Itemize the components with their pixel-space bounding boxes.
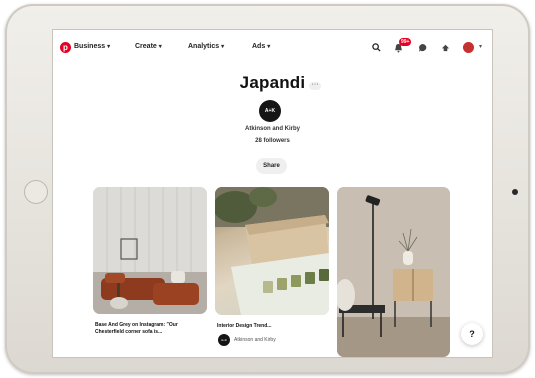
- nav-ads[interactable]: Ads ▾: [252, 43, 270, 50]
- chevron-down-icon[interactable]: ▾: [479, 43, 482, 50]
- chevron-down-icon: ▾: [107, 44, 111, 50]
- pin-image-living-room[interactable]: [93, 187, 207, 314]
- nav-analytics-label: Analytics: [188, 43, 220, 50]
- pinterest-logo-icon[interactable]: p: [60, 42, 71, 53]
- more-options-icon[interactable]: ···: [309, 81, 321, 90]
- pin-caption[interactable]: Interior Design Trend...: [217, 323, 327, 330]
- chevron-down-icon: ▾: [267, 44, 271, 50]
- pin-image-design-trend[interactable]: [215, 187, 329, 315]
- nav-business-label: Business: [74, 43, 106, 50]
- tablet-frame: p Business ▾ Create ▾ Analytics ▾ Ads ▾: [5, 4, 530, 374]
- living-room-illustration: [93, 187, 207, 314]
- updates-icon[interactable]: [440, 42, 451, 53]
- screen: p Business ▾ Create ▾ Analytics ▾ Ads ▾: [53, 30, 492, 357]
- search-icon[interactable]: [371, 42, 382, 53]
- creator-name[interactable]: Atkinson and Kirby: [234, 337, 276, 343]
- creator-avatar[interactable]: A+K: [218, 334, 230, 346]
- notification-badge: 99+: [399, 38, 412, 46]
- messages-icon[interactable]: [417, 42, 428, 53]
- profile-avatar[interactable]: [463, 42, 474, 53]
- pin-image-side-table[interactable]: [337, 187, 450, 357]
- nav-create[interactable]: Create ▾: [135, 43, 162, 50]
- side-table-illustration: [337, 187, 450, 357]
- camera-dot: [512, 189, 518, 195]
- follower-count[interactable]: 28 followers: [53, 138, 492, 144]
- nav-ads-label: Ads: [252, 43, 266, 50]
- nav-analytics[interactable]: Analytics ▾: [188, 43, 224, 50]
- share-button[interactable]: Share: [256, 158, 287, 174]
- owner-avatar[interactable]: A+K: [259, 100, 281, 122]
- home-button[interactable]: [24, 180, 48, 204]
- owner-name[interactable]: Atkinson and Kirby: [53, 126, 492, 132]
- help-button[interactable]: ?: [461, 323, 483, 345]
- design-trend-illustration: [215, 187, 329, 315]
- nav-business[interactable]: Business ▾: [74, 43, 110, 50]
- top-nav: p Business ▾ Create ▾ Analytics ▾ Ads ▾: [53, 30, 492, 66]
- chevron-down-icon: ▾: [221, 44, 225, 50]
- nav-create-label: Create: [135, 43, 157, 50]
- board-title: Japandi: [239, 73, 306, 92]
- pin-caption[interactable]: Base And Grey on Instagram: "Our Chester…: [95, 322, 205, 335]
- chevron-down-icon: ▾: [158, 44, 162, 50]
